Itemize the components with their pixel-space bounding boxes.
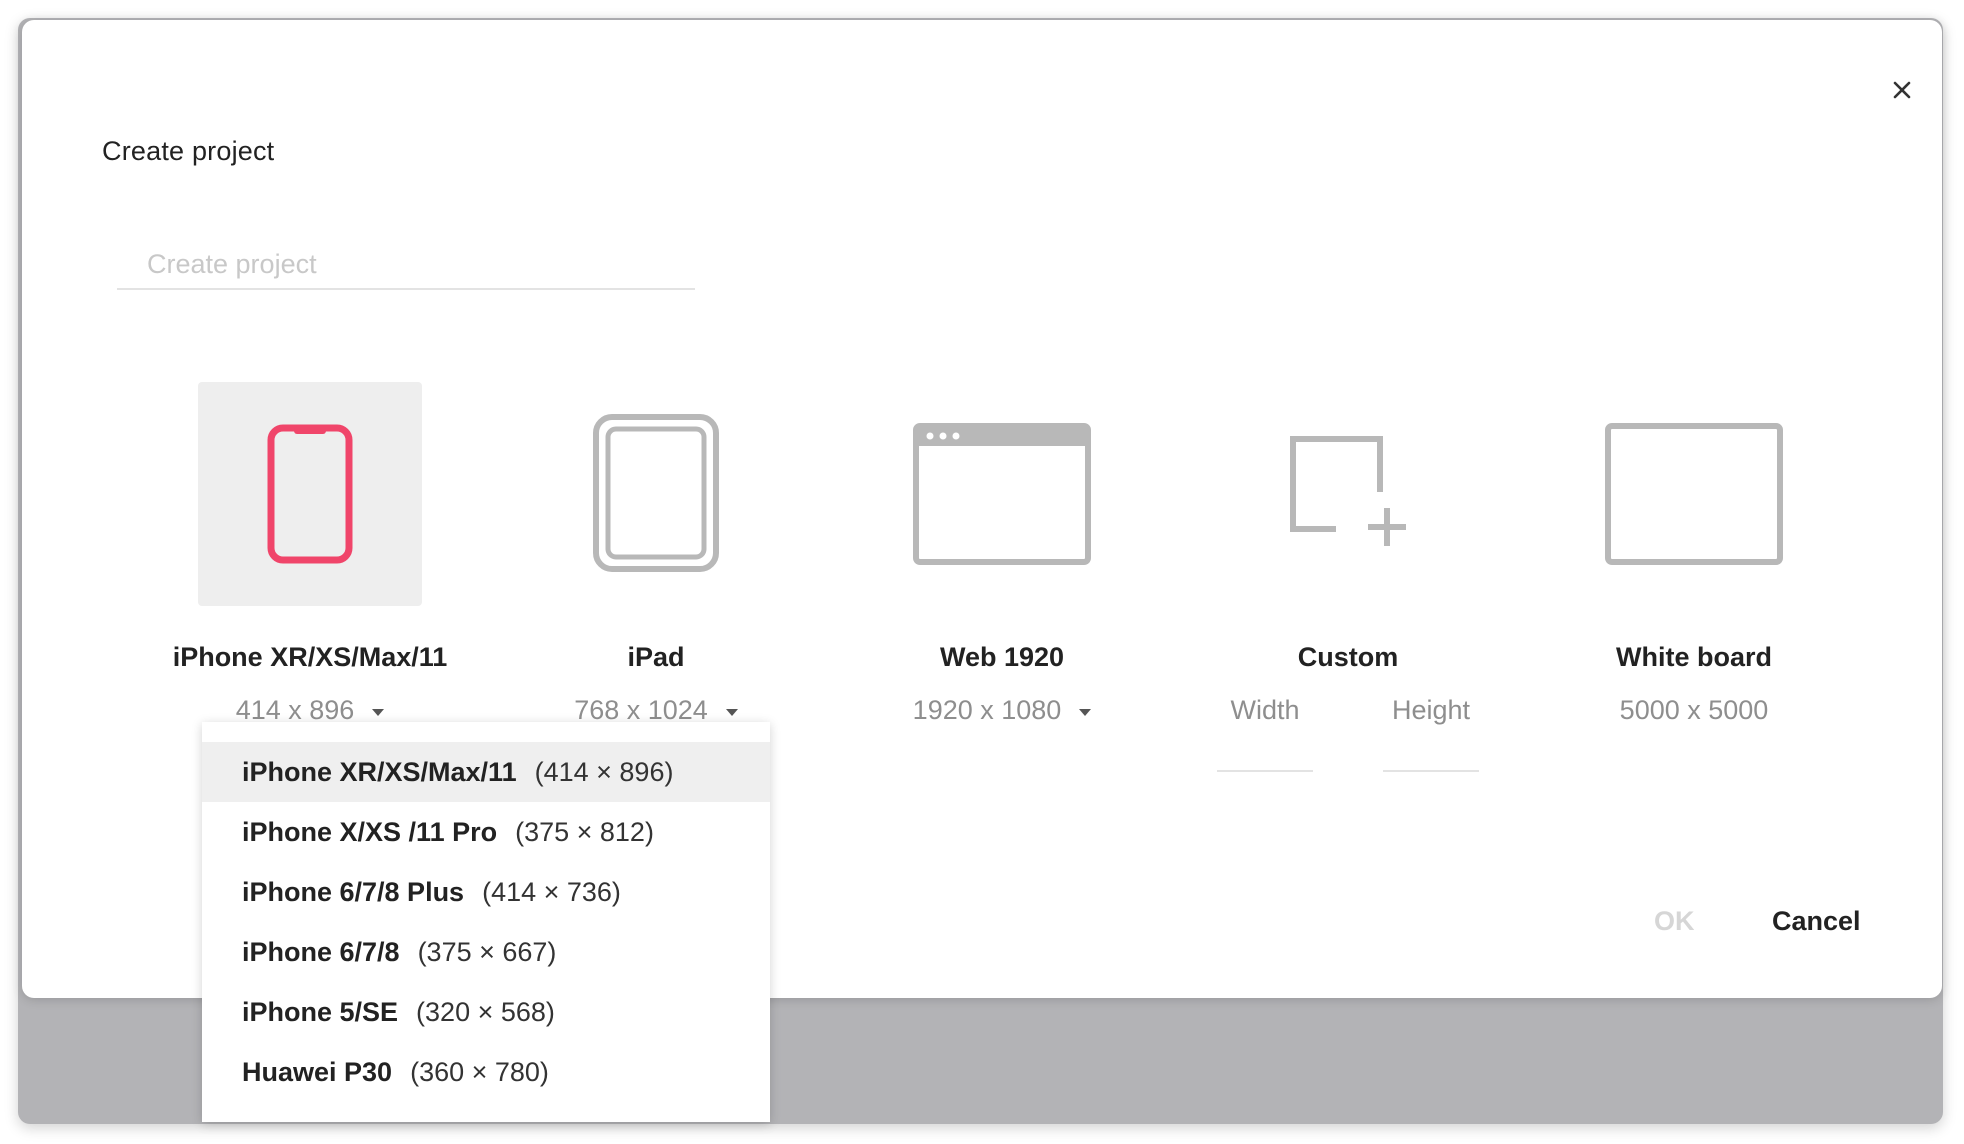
dropdown-item[interactable]: iPhone XR/XS/Max/11 (414 × 896) xyxy=(202,742,770,802)
dropdown-item-name: iPhone 5/SE xyxy=(242,996,399,1027)
dropdown-item-name: iPhone X/XS /11 Pro xyxy=(242,816,498,847)
device-name: Custom xyxy=(1297,642,1399,672)
tablet-icon xyxy=(593,414,719,572)
dropdown-item[interactable]: Huawei P30 (360 × 780) xyxy=(202,1042,770,1102)
device-tile[interactable] xyxy=(890,382,1114,606)
custom-width-field[interactable]: Width xyxy=(1217,695,1313,772)
device-tile[interactable] xyxy=(1582,382,1806,606)
dropdown-item-name: iPhone 6/7/8 Plus xyxy=(242,876,465,907)
chevron-down-icon xyxy=(1079,708,1092,716)
device-size: 1920 x 1080 xyxy=(912,695,1062,725)
dropdown-item[interactable]: iPhone 6/7/8 (375 × 667) xyxy=(202,922,770,982)
device-name: White board xyxy=(1616,642,1772,672)
device-size-dropdown: iPhone XR/XS/Max/11 (414 × 896) iPhone X… xyxy=(202,722,770,1122)
device-size-value: 5000 x 5000 xyxy=(1619,695,1769,725)
device-size-select[interactable]: 1920 x 1080 xyxy=(913,695,1092,726)
close-button[interactable] xyxy=(1884,72,1920,108)
dropdown-item-size: (375 × 812) xyxy=(515,816,654,847)
custom-height-field[interactable]: Height xyxy=(1383,695,1479,772)
dropdown-item-size: (360 × 780) xyxy=(410,1056,549,1087)
whiteboard-icon xyxy=(1605,423,1783,565)
dropdown-item[interactable]: iPhone X/XS /11 Pro (375 × 812) xyxy=(202,802,770,862)
device-tile[interactable] xyxy=(544,382,768,606)
ok-button[interactable]: OK xyxy=(1654,906,1695,937)
dropdown-item[interactable]: iPhone 6/7/8 Plus (414 × 736) xyxy=(202,862,770,922)
dropdown-item-size: (375 × 667) xyxy=(417,936,557,967)
browser-window-icon xyxy=(913,423,1091,565)
phone-icon xyxy=(267,424,353,564)
device-option-custom[interactable]: Custom Width Height xyxy=(1198,382,1498,772)
device-option-web-1920[interactable]: Web 1920 1920 x 1080 xyxy=(852,382,1152,726)
dropdown-item[interactable]: iPhone 5/SE (320 × 568) xyxy=(202,982,770,1042)
dropdown-item-name: iPhone 6/7/8 xyxy=(242,936,400,967)
device-name: iPad xyxy=(627,642,685,672)
custom-size-fields: Width Height xyxy=(1198,695,1498,772)
cancel-button[interactable]: Cancel xyxy=(1772,906,1861,937)
device-option-iphone[interactable]: iPhone XR/XS/Max/11 414 x 896 xyxy=(160,382,460,726)
screen: Create project iPhone XR/XS/Max/11 414 x… xyxy=(0,0,1964,1144)
chevron-down-icon xyxy=(725,708,738,716)
dialog-title: Create project xyxy=(102,136,275,166)
device-tile[interactable] xyxy=(198,382,422,606)
device-option-whiteboard[interactable]: White board 5000 x 5000 xyxy=(1544,382,1844,726)
custom-frame-icon xyxy=(1290,436,1406,546)
dropdown-item-name: iPhone XR/XS/Max/11 xyxy=(242,756,517,787)
dropdown-item-size: (414 × 896) xyxy=(534,756,674,787)
project-name-input[interactable] xyxy=(117,240,695,290)
dropdown-item-size: (320 × 568) xyxy=(416,996,555,1027)
chevron-down-icon xyxy=(372,708,385,716)
device-name: Web 1920 xyxy=(939,642,1065,672)
device-size: 5000 x 5000 xyxy=(1620,695,1769,726)
device-option-ipad[interactable]: iPad 768 x 1024 xyxy=(506,382,806,726)
device-name: iPhone XR/XS/Max/11 xyxy=(172,642,448,672)
dropdown-item-name: Huawei P30 xyxy=(242,1056,393,1087)
close-icon xyxy=(1893,81,1911,99)
dropdown-item-size: (414 × 736) xyxy=(482,876,621,907)
device-tile[interactable] xyxy=(1236,382,1460,606)
